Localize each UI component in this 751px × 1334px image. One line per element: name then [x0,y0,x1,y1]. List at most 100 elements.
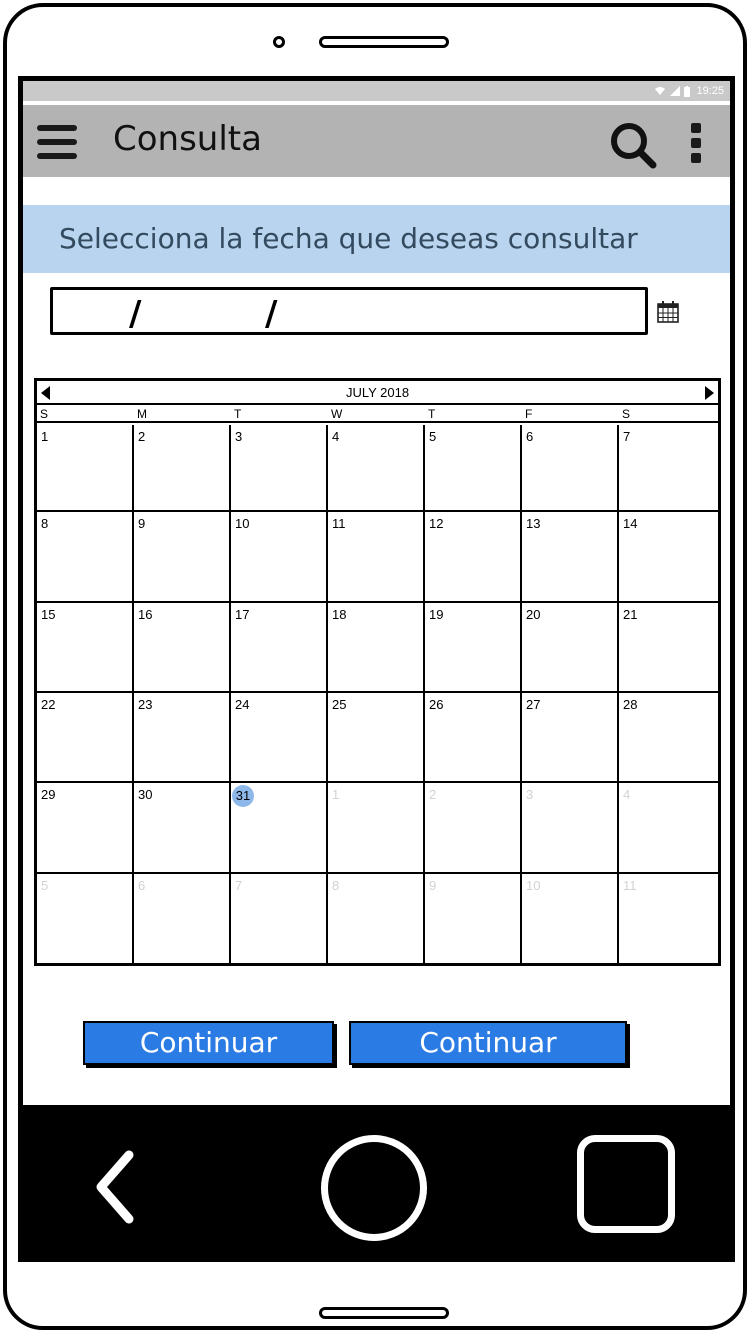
calendar-day-number: 3 [526,787,534,802]
calendar-grid: 1 2 3 4 5 6 7 8 9 10 11 12 13 14 15 16 17 18 19 20 21 22 23 24 2… [37,425,718,963]
app-title: Consulta [113,119,262,159]
weekday-label: W [331,407,343,421]
weekday-label: T [428,407,436,421]
weekday-label: S [40,407,49,421]
date-separator: / [129,294,142,334]
calendar-day[interactable]: 26 [425,693,522,783]
calendar-day-number: 21 [623,607,638,622]
calendar-day[interactable]: 13 [522,512,619,603]
menu-icon[interactable] [37,125,79,159]
next-month-icon[interactable] [705,386,714,400]
calendar-day[interactable]: 2 [134,425,231,512]
calendar-day[interactable]: 28 [619,693,718,783]
calendar-day-number: 29 [41,787,56,802]
calendar-day[interactable]: 1 [328,783,425,874]
speaker-bottom [319,1307,449,1319]
calendar-day-number: 3 [235,429,243,444]
calendar-day-number: 12 [429,516,444,531]
calendar-day[interactable]: 24 [231,693,328,783]
screen: 19:25 Consulta Selecciona la fecha que d… [18,76,735,1262]
calendar-day[interactable]: 27 [522,693,619,783]
calendar-day-number: 8 [332,878,340,893]
back-icon[interactable] [91,1147,141,1227]
calendar-day[interactable]: 20 [522,603,619,693]
calendar-day-number: 4 [332,429,340,444]
calendar-day-selected[interactable]: 31 [231,783,328,874]
search-icon[interactable] [609,121,657,169]
weekday-label: T [234,407,242,421]
instruction-banner: Selecciona la fecha que deseas consultar [23,205,730,273]
calendar-day[interactable]: 10 [231,512,328,603]
calendar-day[interactable]: 9 [134,512,231,603]
calendar-day[interactable]: 3 [231,425,328,512]
navigation-bar [23,1105,730,1257]
calendar-day[interactable]: 25 [328,693,425,783]
calendar-day[interactable]: 23 [134,693,231,783]
overflow-menu-icon[interactable] [689,123,703,163]
calendar-day-number: 10 [235,516,250,531]
calendar-day[interactable]: 11 [328,512,425,603]
calendar-day[interactable]: 5 [425,425,522,512]
signal-icon [670,86,681,96]
wifi-icon [655,87,666,95]
calendar-day[interactable]: 12 [425,512,522,603]
date-input[interactable]: / / [50,287,648,335]
weekday-label: F [525,407,533,421]
calendar-day-number: 1 [332,787,340,802]
calendar-day[interactable]: 8 [37,512,134,603]
calendar-day[interactable]: 4 [619,783,718,874]
calendar-day[interactable]: 5 [37,874,134,963]
calendar-day-number: 9 [138,516,146,531]
calendar-day-number: 11 [332,516,346,531]
calendar-day[interactable]: 16 [134,603,231,693]
calendar-day-number: 8 [41,516,49,531]
calendar-day[interactable]: 19 [425,603,522,693]
calendar-month-label: JULY 2018 [345,384,410,400]
calendar-day[interactable]: 30 [134,783,231,874]
calendar-day[interactable]: 29 [37,783,134,874]
home-icon[interactable] [321,1135,427,1241]
calendar-day[interactable]: 4 [328,425,425,512]
calendar-icon[interactable] [656,300,680,324]
calendar-day-number: 6 [526,429,534,444]
weekday-header: SMTWTFS [37,407,718,423]
calendar-day-number: 5 [429,429,437,444]
calendar-day[interactable]: 2 [425,783,522,874]
calendar-day[interactable]: 6 [134,874,231,963]
calendar-day-number: 18 [332,607,347,622]
previous-month-icon[interactable] [41,386,50,400]
calendar-day[interactable]: 15 [37,603,134,693]
weekday-label: M [137,407,147,421]
calendar-day-number: 2 [429,787,437,802]
calendar-day[interactable]: 21 [619,603,718,693]
calendar-day[interactable]: 9 [425,874,522,963]
continue-button-2[interactable]: Continuar [349,1021,627,1065]
calendar: JULY 2018 SMTWTFS 1 2 3 4 5 6 7 8 9 10 11 12 13 14 15 1… [34,378,721,966]
date-separator: / [265,294,278,334]
calendar-day-number: 19 [429,607,444,622]
calendar-day-number: 26 [429,697,444,712]
calendar-day[interactable]: 1 [37,425,134,512]
calendar-day-number: 31 [232,785,254,807]
calendar-day[interactable]: 3 [522,783,619,874]
weekday-label: S [622,407,631,421]
calendar-header: JULY 2018 [37,381,718,405]
calendar-day[interactable]: 11 [619,874,718,963]
recent-apps-icon[interactable] [577,1135,675,1233]
calendar-day[interactable]: 6 [522,425,619,512]
calendar-day-number: 25 [332,697,347,712]
calendar-day[interactable]: 14 [619,512,718,603]
calendar-day[interactable]: 7 [619,425,718,512]
calendar-day[interactable]: 8 [328,874,425,963]
calendar-day[interactable]: 7 [231,874,328,963]
app-bar: Consulta [23,105,730,177]
calendar-day-number: 23 [138,697,153,712]
calendar-day-number: 20 [526,607,541,622]
calendar-day-number: 14 [623,516,638,531]
calendar-day[interactable]: 18 [328,603,425,693]
calendar-day[interactable]: 17 [231,603,328,693]
calendar-day[interactable]: 22 [37,693,134,783]
calendar-day[interactable]: 10 [522,874,619,963]
calendar-day-number: 30 [138,787,153,802]
continue-button[interactable]: Continuar [83,1021,334,1065]
